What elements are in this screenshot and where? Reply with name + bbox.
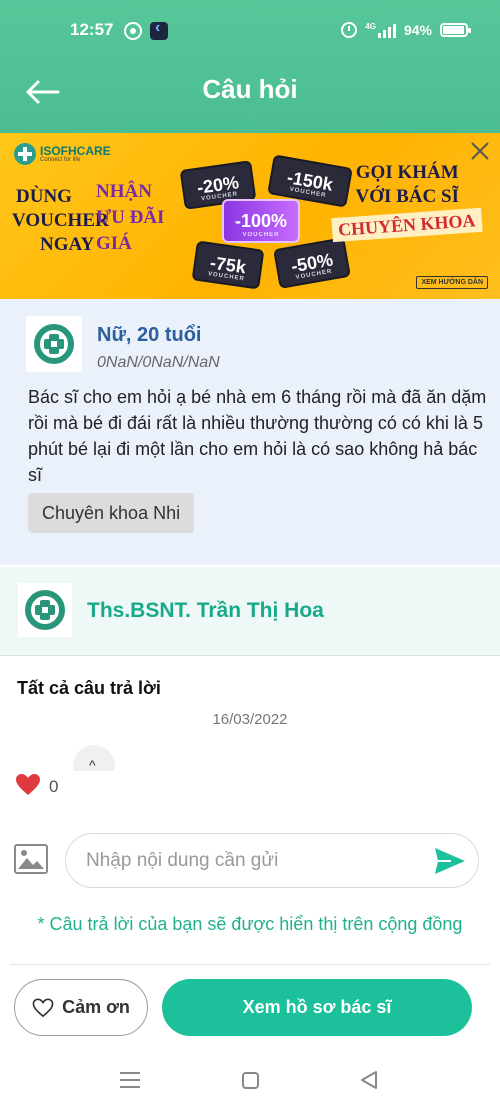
app-header: 12:57 4G 94% Câu hỏi [0, 0, 500, 133]
triangle-back-icon [361, 1071, 377, 1089]
thanks-button[interactable]: Cảm ơn [14, 979, 148, 1036]
like-count: 0 [49, 777, 59, 796]
banner-highlight-line: GIÁ [96, 233, 132, 254]
guide-button[interactable]: XEM HƯỚNG DẪN [416, 276, 488, 289]
banner-close-button[interactable] [468, 139, 492, 163]
thanks-label: Cảm ơn [62, 997, 130, 1017]
view-doctor-profile-button[interactable]: Xem hồ sơ bác sĩ [162, 979, 472, 1036]
question-text: Bác sĩ cho em hỏi ạ bé nhà em 6 tháng rồ… [28, 387, 487, 485]
question-date: 0NaN/0NaN/NaN [97, 354, 220, 371]
question-author: Nữ, 20 tuổi [97, 324, 202, 346]
banner-highlight-line: ƯU ĐÃI [96, 207, 165, 228]
voucher-value: -100% [234, 210, 288, 231]
like-button[interactable] [15, 773, 41, 797]
send-button[interactable] [433, 846, 467, 876]
answer-date: 16/03/2022 [212, 711, 288, 728]
system-nav-bar [0, 1050, 500, 1111]
voucher-ticket-featured: -100% VOUCHER [222, 199, 300, 243]
answers-title: Tất cả câu trả lời [17, 678, 161, 698]
brand-logo: ISOFHCARE Connect for life [14, 143, 111, 165]
voucher-ticket: -75k VOUCHER [191, 240, 265, 290]
banner-highlight-line: NHẬN [96, 181, 152, 202]
recent-apps-button[interactable] [120, 1072, 140, 1088]
doctor-name[interactable]: Ths.BSNT. Trần Thị Hoa [87, 599, 324, 623]
image-icon [14, 844, 48, 874]
community-notice: * Câu trả lời của bạn sẽ được hiển thị t… [37, 914, 463, 934]
promo-banner[interactable]: ISOFHCARE Connect for life DÙNG VOUCHER … [0, 133, 500, 299]
app-notification-icon-2 [150, 19, 168, 40]
banner-left-line: VOUCHER [12, 210, 109, 231]
banner-right-text: GỌI KHÁM VỚI BÁC SĨ CHUYÊN KHOA [331, 161, 483, 243]
banner-right-highlight: CHUYÊN KHOA [331, 207, 483, 243]
banner-right-line: GỌI KHÁM [355, 162, 459, 183]
voucher-caption: VOUCHER [242, 232, 280, 238]
alarm-icon [341, 22, 358, 38]
heart-icon [16, 774, 40, 795]
signal-icon [377, 22, 396, 38]
heart-outline-icon [32, 998, 54, 1017]
home-button[interactable] [242, 1072, 259, 1089]
voucher-ticket: -50% VOUCHER [273, 237, 351, 289]
page-title: Câu hỏi [202, 74, 298, 104]
app-notification-icon [124, 22, 142, 40]
system-back-button[interactable] [360, 1070, 378, 1090]
message-input[interactable] [65, 833, 479, 888]
chevron-up-icon: ^ [89, 757, 96, 771]
banner-highlight-text: NHẬN ƯU ĐÃI GIÁ [96, 179, 164, 257]
network-type: 4G [365, 21, 376, 31]
banner-left-line: DÙNG [16, 186, 72, 207]
doctor-row[interactable]: Ths.BSNT. Trần Thị Hoa [0, 567, 500, 656]
doctor-avatar [18, 583, 72, 637]
status-time: 12:57 [70, 20, 114, 39]
battery-icon [440, 23, 471, 37]
brand-name: ISOFHCARE [40, 144, 111, 158]
send-icon [435, 848, 465, 874]
question-card: Nữ, 20 tuổi 0NaN/0NaN/NaN Bác sĩ cho em … [0, 299, 500, 565]
status-indicators: 4G 94% [341, 21, 471, 38]
attach-image-button[interactable] [14, 844, 48, 874]
banner-right-line: VỚI BÁC SĨ [355, 186, 459, 207]
divider [10, 964, 490, 965]
avatar [26, 316, 82, 372]
close-icon [471, 142, 489, 160]
status-bar: 12:57 4G 94% [0, 0, 500, 62]
banner-left-text: DÙNG VOUCHER NGAY [12, 185, 109, 257]
specialty-tag[interactable]: Chuyên khoa Nhi [28, 493, 195, 533]
battery-percent: 94% [403, 22, 432, 38]
brand-mark-icon [14, 143, 36, 165]
collapse-button[interactable]: ^ [73, 745, 115, 771]
app-bar: Câu hỏi [0, 62, 500, 133]
